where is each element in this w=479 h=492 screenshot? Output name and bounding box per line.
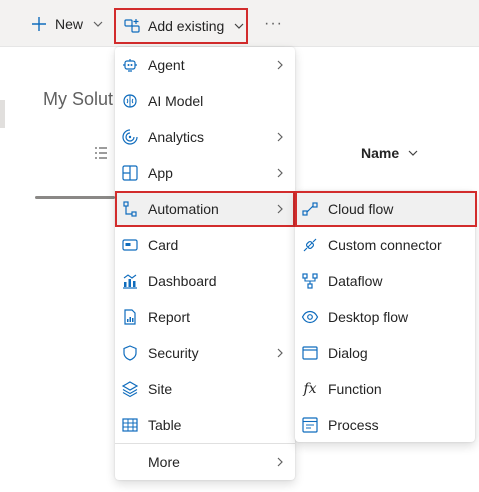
more-commands-button[interactable]: ··· (264, 10, 283, 38)
menu-item-dashboard[interactable]: Dashboard (115, 263, 295, 299)
menu-item-table[interactable]: Table (115, 407, 295, 443)
menu-item-app[interactable]: App (115, 155, 295, 191)
menu-item-agent[interactable]: Agent (115, 47, 295, 83)
agent-icon (121, 56, 139, 74)
function-icon: fx (303, 381, 317, 397)
command-bar: New Add existing ··· (0, 0, 479, 47)
submenu-item-label: Cloud flow (328, 201, 394, 217)
list-view-icon[interactable] (94, 146, 108, 160)
menu-item-card[interactable]: Card (115, 227, 295, 263)
menu-item-label: App (148, 165, 173, 181)
name-column-label: Name (361, 145, 400, 161)
menu-item-label: Dashboard (148, 273, 217, 289)
submenu-item-label: Custom connector (328, 237, 442, 253)
menu-item-report[interactable]: Report (115, 299, 295, 335)
menu-item-analytics[interactable]: Analytics (115, 119, 295, 155)
submenu-item-custom-connector[interactable]: Custom connector (295, 227, 475, 263)
submenu-item-label: Process (328, 417, 379, 433)
ai-model-icon (121, 92, 139, 110)
add-existing-button[interactable]: Add existing (114, 8, 248, 44)
custom-connector-icon (301, 236, 319, 254)
menu-item-label: Agent (148, 57, 185, 73)
dialog-icon (301, 344, 319, 362)
menu-item-automation[interactable]: Automation (115, 191, 295, 227)
menu-item-label: AI Model (148, 93, 204, 109)
site-icon (121, 380, 139, 398)
new-button[interactable]: New (31, 10, 104, 38)
plus-icon (31, 16, 55, 32)
submenu-item-process[interactable]: Process (295, 407, 475, 443)
submenu-item-dialog[interactable]: Dialog (295, 335, 475, 371)
table-icon (121, 416, 139, 434)
menu-item-label: Card (148, 237, 179, 253)
menu-item-label: Analytics (148, 129, 205, 145)
add-existing-icon (123, 17, 148, 35)
report-icon (121, 308, 139, 326)
menu-item-label: Table (148, 417, 182, 433)
submenu-item-function[interactable]: fx Function (295, 371, 475, 407)
chevron-right-icon (277, 348, 283, 358)
shield-icon (121, 344, 139, 362)
automation-icon (121, 200, 139, 218)
desktop-flow-icon (301, 308, 319, 326)
process-icon (301, 416, 319, 434)
menu-item-label: Report (148, 309, 191, 325)
loading-bar (35, 196, 115, 199)
chevron-down-icon (399, 147, 419, 159)
chevron-down-icon (224, 20, 245, 32)
menu-item-more[interactable]: More (115, 444, 295, 480)
menu-item-label: Automation (148, 201, 219, 217)
analytics-icon (121, 128, 139, 146)
cloud-flow-icon (301, 200, 319, 218)
menu-item-label: Security (148, 345, 199, 361)
chevron-right-icon (277, 168, 283, 178)
add-existing-menu: Agent AI Model Analytics App Automation … (115, 47, 295, 480)
submenu-item-label: Desktop flow (328, 309, 409, 325)
chevron-right-icon (277, 132, 283, 142)
chevron-down-icon (83, 18, 104, 30)
submenu-item-label: Function (328, 381, 382, 397)
submenu-item-desktop-flow[interactable]: Desktop flow (295, 299, 475, 335)
menu-item-label: Site (148, 381, 173, 397)
dataflow-icon (301, 272, 319, 290)
submenu-item-cloud-flow[interactable]: Cloud flow (295, 191, 477, 227)
submenu-item-dataflow[interactable]: Dataflow (295, 263, 475, 299)
chevron-right-icon (277, 60, 283, 70)
menu-item-label: More (148, 454, 180, 470)
add-existing-label: Add existing (148, 18, 225, 34)
menu-item-ai-model[interactable]: AI Model (115, 83, 295, 119)
submenu-item-label: Dataflow (328, 273, 383, 289)
menu-item-security[interactable]: Security (115, 335, 295, 371)
menu-item-site[interactable]: Site (115, 371, 295, 407)
new-button-label: New (55, 16, 84, 32)
app-icon (121, 164, 139, 182)
left-nav-stub (0, 100, 5, 128)
submenu-item-label: Dialog (328, 345, 368, 361)
card-icon (121, 236, 139, 254)
page-title: My Solut (43, 89, 114, 109)
dashboard-icon (121, 272, 139, 290)
chevron-right-icon (277, 204, 283, 214)
name-column-header[interactable]: Name (361, 145, 419, 161)
automation-submenu: Cloud flow Custom connector Dataflow Des… (295, 191, 477, 443)
chevron-right-icon (277, 457, 283, 467)
